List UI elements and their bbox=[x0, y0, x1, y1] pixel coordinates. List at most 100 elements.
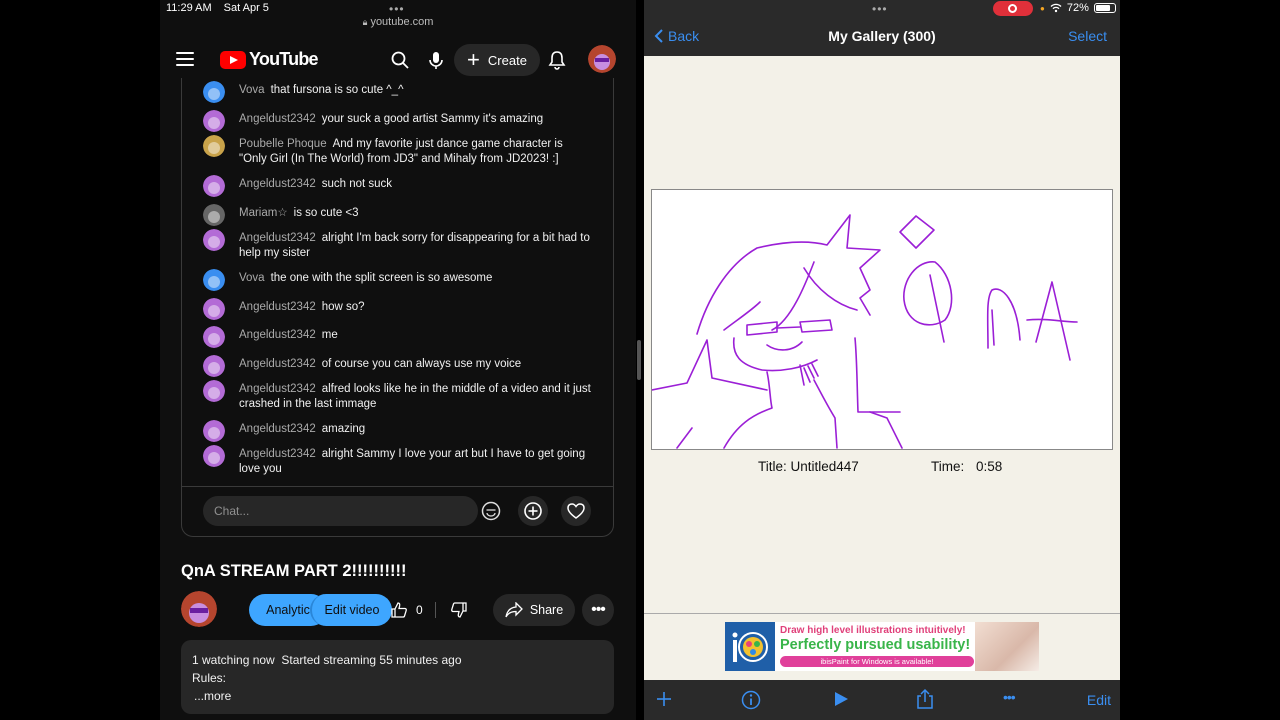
chat-avatar[interactable] bbox=[203, 420, 225, 442]
chat-author[interactable]: Angeldust2342 bbox=[239, 232, 316, 244]
thumbs-up-icon bbox=[391, 602, 407, 618]
bell-icon[interactable] bbox=[547, 50, 567, 70]
ibispaint-pane: ••• ● 72% My Gallery (300) Back Select T… bbox=[644, 0, 1120, 720]
emoji-icon[interactable] bbox=[480, 500, 502, 522]
super-chat-button[interactable] bbox=[518, 496, 548, 526]
chat-avatar[interactable] bbox=[203, 269, 225, 291]
account-avatar[interactable] bbox=[588, 45, 616, 73]
chat-avatar[interactable] bbox=[203, 204, 225, 226]
select-button[interactable]: Select bbox=[1068, 28, 1107, 44]
chat-text: that fursona is so cute ^_^ bbox=[270, 84, 404, 96]
url-bar[interactable]: 🔒︎ youtube.com bbox=[160, 16, 636, 28]
chat-author[interactable]: Angeldust2342 bbox=[239, 113, 316, 125]
stream-started: Started streaming 55 minutes ago bbox=[281, 653, 462, 667]
video-title: QnA STREAM PART 2!!!!!!!!!! bbox=[181, 562, 407, 580]
microphone-icon[interactable] bbox=[426, 50, 446, 70]
description-box[interactable]: 1 watching now Started streaming 55 minu… bbox=[181, 640, 614, 714]
orange-dot-icon: ● bbox=[1040, 3, 1045, 13]
chat-avatar[interactable] bbox=[203, 298, 225, 320]
artwork-title: Title: Untitled447 bbox=[758, 459, 859, 474]
ad-text-line2: Perfectly pursued usability! bbox=[780, 637, 971, 653]
empty-right-margin bbox=[1120, 0, 1280, 720]
chat-author[interactable]: Angeldust2342 bbox=[239, 178, 316, 190]
status-icons: ● 72% bbox=[1040, 2, 1116, 14]
chat-text: your suck a good artist Sammy it's amazi… bbox=[321, 113, 544, 125]
youtube-header: YouTube + Create bbox=[160, 40, 636, 80]
chat-text: of course you can always use my voice bbox=[321, 358, 522, 370]
search-icon[interactable] bbox=[390, 50, 410, 70]
like-dislike-group: 0 bbox=[380, 594, 486, 626]
wifi-icon bbox=[1050, 3, 1062, 13]
chat-author[interactable]: Vova bbox=[239, 84, 265, 96]
back-button[interactable]: Back bbox=[654, 28, 699, 44]
chat-message: Angeldust2342 alfred looks like he in the… bbox=[182, 380, 592, 412]
add-artwork-icon[interactable] bbox=[655, 690, 673, 708]
chat-author[interactable]: Angeldust2342 bbox=[239, 383, 316, 395]
chat-message: Angeldust2342 how so? bbox=[182, 298, 592, 320]
chat-author[interactable]: Angeldust2342 bbox=[239, 301, 316, 313]
thumbs-down-icon[interactable] bbox=[450, 601, 468, 619]
show-more-link[interactable]: ...more bbox=[192, 687, 603, 705]
youtube-play-icon bbox=[220, 50, 246, 69]
chat-text: such not suck bbox=[321, 178, 393, 190]
chat-message: Angeldust2342 of course you can always us… bbox=[182, 355, 592, 377]
gallery-title: My Gallery (300) bbox=[828, 28, 936, 44]
chat-message: Angeldust2342 alright I'm back sorry for … bbox=[182, 229, 592, 261]
chat-avatar[interactable] bbox=[203, 380, 225, 402]
sketch-drawing bbox=[652, 214, 1078, 449]
chat-author[interactable]: Angeldust2342 bbox=[239, 423, 316, 435]
info-icon[interactable] bbox=[741, 690, 761, 710]
chat-avatar[interactable] bbox=[203, 326, 225, 348]
chat-author[interactable]: Mariam☆ bbox=[239, 207, 288, 219]
chat-author[interactable]: Poubelle Phoque bbox=[239, 138, 327, 150]
battery-percent: 72% bbox=[1066, 2, 1089, 14]
chat-avatar[interactable] bbox=[203, 81, 225, 103]
artwork-preview[interactable] bbox=[651, 189, 1113, 450]
screen-recording-icon[interactable] bbox=[993, 1, 1033, 16]
like-button[interactable]: 0 bbox=[390, 594, 423, 626]
chat-message: Vova that fursona is so cute ^_^ bbox=[182, 81, 592, 103]
split-view-handle[interactable] bbox=[637, 340, 641, 380]
share-icon bbox=[505, 602, 523, 618]
chat-avatar[interactable] bbox=[203, 135, 225, 157]
status-time: 11:29 AM bbox=[166, 2, 212, 14]
chat-text: how so? bbox=[321, 301, 365, 313]
ad-banner[interactable]: Draw high level illustrations intuitivel… bbox=[725, 622, 1039, 671]
like-count: 0 bbox=[416, 603, 423, 617]
heart-reaction-button[interactable] bbox=[561, 496, 591, 526]
more-options-button[interactable]: ••• bbox=[582, 594, 614, 626]
chat-avatar[interactable] bbox=[203, 229, 225, 251]
youtube-logo[interactable]: YouTube bbox=[220, 49, 319, 70]
chat-author[interactable]: Angeldust2342 bbox=[239, 329, 316, 341]
chat-avatar[interactable] bbox=[203, 110, 225, 132]
chat-text: amazing bbox=[321, 423, 366, 435]
more-icon[interactable]: ••• bbox=[1003, 689, 1016, 705]
gallery-toolbar: ••• Edit bbox=[644, 680, 1120, 720]
ad-divider bbox=[644, 613, 1120, 614]
youtube-logo-text: YouTube bbox=[249, 49, 319, 69]
chat-author[interactable]: Angeldust2342 bbox=[239, 448, 316, 460]
play-icon[interactable] bbox=[832, 690, 850, 708]
multitask-dots-icon[interactable]: ••• bbox=[389, 2, 405, 16]
edit-button[interactable]: Edit bbox=[1087, 692, 1111, 708]
chat-input[interactable]: Chat... bbox=[203, 496, 478, 526]
status-bar: 11:29 AM Sat Apr 5 bbox=[166, 2, 269, 14]
chat-message: Mariam☆ is so cute <3 bbox=[182, 204, 592, 226]
chat-message: Angeldust2342 your suck a good artist Sam… bbox=[182, 110, 592, 132]
share-button[interactable]: Share bbox=[493, 594, 575, 626]
channel-avatar[interactable] bbox=[181, 591, 217, 627]
multitask-dots-icon[interactable]: ••• bbox=[872, 2, 888, 16]
chat-author[interactable]: Angeldust2342 bbox=[239, 358, 316, 370]
create-button[interactable]: + Create bbox=[454, 44, 540, 76]
chat-text: me bbox=[321, 329, 338, 341]
chat-avatar[interactable] bbox=[203, 445, 225, 467]
chat-avatar[interactable] bbox=[203, 175, 225, 197]
back-label: Back bbox=[668, 28, 700, 44]
chat-avatar[interactable] bbox=[203, 355, 225, 377]
menu-icon[interactable] bbox=[176, 52, 194, 66]
share-export-icon[interactable] bbox=[916, 688, 934, 710]
chat-text: the one with the split screen is so awes… bbox=[270, 272, 493, 284]
chat-author[interactable]: Vova bbox=[239, 272, 265, 284]
time-label: Time: bbox=[931, 459, 965, 474]
status-date: Sat Apr 5 bbox=[223, 2, 269, 14]
